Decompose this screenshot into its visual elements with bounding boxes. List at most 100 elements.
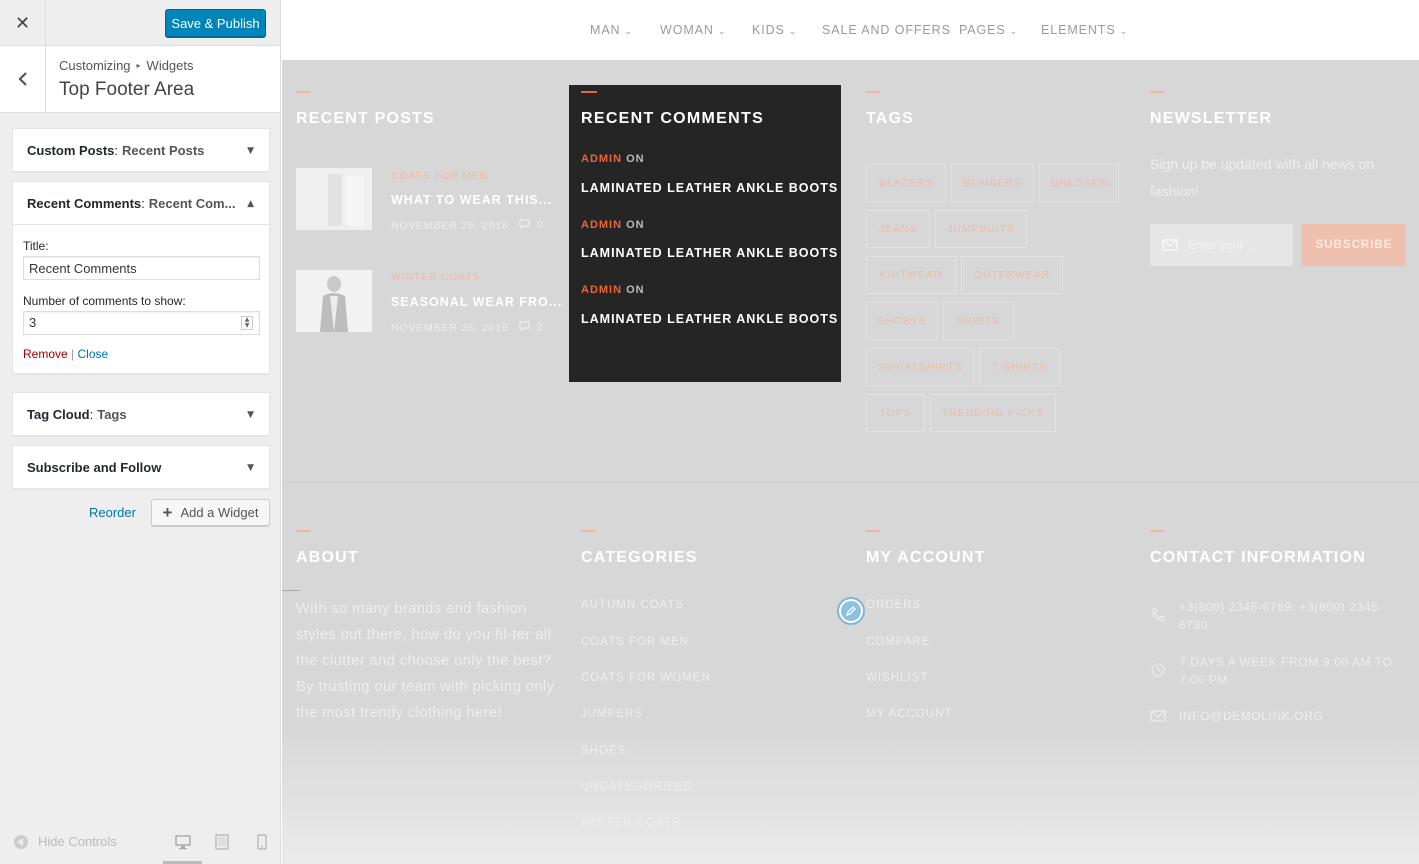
chevron-down-icon: ⌄ [717, 27, 727, 37]
category-link[interactable]: AUTUMN COATS [581, 599, 684, 611]
nav-item-kids[interactable]: KIDS ⌄ [752, 23, 797, 37]
remove-link[interactable]: Remove [23, 347, 68, 361]
collapse-arrow-icon[interactable]: ▲ [247, 199, 254, 209]
post-date: NOVEMBER 26, 2016 [391, 220, 509, 232]
post-thumbnail[interactable] [296, 168, 372, 230]
about-text: With so many brands and fashion styles o… [296, 601, 555, 721]
close-customizer-icon[interactable]: ✕ [0, 0, 46, 46]
customizer-sidebar: ✕ Save & Publish Customizing ▸ Widgets Top… [0, 0, 281, 864]
subscribe-button[interactable]: SUBSCRIBE [1302, 224, 1406, 266]
title-input[interactable] [23, 256, 260, 280]
tag-pill[interactable]: BOMBERS [951, 164, 1034, 202]
post-thumbnail[interactable] [296, 270, 372, 332]
comment-post-link[interactable]: LAMINATED LEATHER ANKLE BOOTS [581, 246, 838, 260]
category-link[interactable]: COATS FOR MEN [581, 636, 689, 648]
widget-header[interactable]: Custom Posts: Recent Posts ▼ [13, 129, 269, 171]
count-label: Number of comments to show: [23, 294, 186, 308]
back-chevron-icon[interactable] [0, 46, 46, 112]
chevron-down-icon: ⌄ [1119, 27, 1129, 37]
post-title[interactable]: WHAT TO WEAR THIS... [391, 193, 552, 207]
expand-arrow-icon[interactable]: ▼ [247, 146, 254, 156]
breadcrumb: Customizing ▸ Widgets [59, 58, 194, 73]
widget-subscribe-follow[interactable]: Subscribe and Follow ▼ [12, 445, 270, 489]
tag-pill[interactable]: SHORTS [866, 302, 938, 340]
add-widget-button[interactable]: + Add a Widget [151, 499, 270, 526]
nav-item-elements[interactable]: ELEMENTS ⌄ [1041, 23, 1128, 37]
category-link[interactable]: SHOES [581, 745, 626, 757]
widget-subtitle: Tags [97, 406, 127, 422]
comment-post-link[interactable]: LAMINATED LEATHER ANKLE BOOTS [581, 181, 838, 195]
post-title[interactable]: SEASONAL WEAR FRO... [391, 295, 562, 309]
tag-pill[interactable]: T-SHIRTS [979, 348, 1060, 386]
preview-fade-overlay [282, 724, 1419, 864]
title-label: Title: [23, 239, 49, 253]
widget-header[interactable]: Recent Comments: Recent Com... ▲ [13, 182, 269, 224]
widget-actions: Remove | Close [23, 347, 259, 361]
post-category[interactable]: COATS FOR MEN [391, 170, 488, 182]
action-separator: | [71, 347, 75, 361]
widget-custom-posts[interactable]: Custom Posts: Recent Posts ▼ [12, 128, 270, 172]
account-link[interactable]: MY ACCOUNT [866, 708, 952, 720]
plus-icon: + [162, 502, 173, 522]
tag-pill[interactable]: DRESSES [1039, 164, 1119, 202]
save-publish-button[interactable]: Save & Publish [165, 9, 266, 37]
phone-icon [1152, 608, 1165, 621]
widget-header[interactable]: Subscribe and Follow ▼ [13, 446, 269, 488]
tag-pill[interactable]: BLAZERS [866, 164, 946, 202]
tag-pill[interactable]: TOPS [866, 394, 925, 432]
comment-on: ON [626, 153, 645, 165]
nav-item-sale[interactable]: SALE AND OFFERS [822, 23, 951, 37]
account-link[interactable]: ORDERS [866, 599, 921, 611]
title-accent-dash [296, 91, 310, 93]
widget-tag-cloud[interactable]: Tag Cloud: Tags ▼ [12, 392, 270, 436]
newsletter-title: NEWSLETTER [1150, 110, 1273, 127]
categories-title: CATEGORIES [581, 549, 698, 566]
widget-header[interactable]: Tag Cloud: Tags ▼ [13, 393, 269, 435]
recent-comments-widget[interactable]: RECENT COMMENTS ADMIN ON LAMINATED LEATH… [569, 85, 841, 382]
category-link[interactable]: WINTER COATS [581, 817, 680, 829]
comment-meta: ADMIN ON [581, 284, 645, 296]
comment-author[interactable]: ADMIN [581, 219, 622, 231]
comment-meta: ADMIN ON [581, 153, 645, 165]
category-link[interactable]: UNCATEGORIZED [581, 781, 693, 793]
widget-title: Tag Cloud [27, 406, 90, 422]
nav-item-woman[interactable]: WOMAN ⌄ [660, 23, 726, 37]
desktop-preview-icon[interactable] [175, 834, 191, 850]
tag-pill[interactable]: SWEATSHIRTS [866, 348, 974, 386]
nav-item-man[interactable]: MAN ⌄ [590, 23, 633, 37]
tag-pill[interactable]: JUMPSUITS [935, 210, 1027, 248]
envelope-icon [1162, 239, 1178, 251]
nav-item-pages[interactable]: PAGES ⌄ [959, 23, 1018, 37]
hide-controls-label: Hide Controls [38, 834, 117, 849]
comment-author[interactable]: ADMIN [581, 153, 622, 165]
count-number-input[interactable]: 3 ▲ ▼ [23, 311, 260, 335]
tablet-preview-icon[interactable] [214, 834, 230, 850]
number-stepper-icon[interactable]: ▲ ▼ [241, 316, 253, 330]
comment-bubble-icon [519, 219, 530, 230]
tag-pill[interactable]: TRENDING PICKS [930, 394, 1056, 432]
account-link[interactable]: COMPARE [866, 636, 930, 648]
category-link[interactable]: COATS FOR WOMEN [581, 672, 711, 684]
tag-pill[interactable]: KNITWEAR [866, 256, 956, 294]
edit-shortcut-pencil-icon[interactable] [837, 597, 865, 625]
comment-author[interactable]: ADMIN [581, 284, 622, 296]
tag-pill[interactable]: SKIRTS [943, 302, 1014, 340]
contact-email[interactable]: INFO@DEMOLINK.ORG [1179, 707, 1323, 725]
site-preview: MAN ⌄ WOMAN ⌄ KIDS ⌄ SALE AND OFFERS PAGES ⌄… [282, 0, 1419, 864]
tag-pill[interactable]: OUTERWEAR [961, 256, 1063, 294]
reorder-link[interactable]: Reorder [89, 505, 136, 520]
hide-controls-button[interactable]: Hide Controls [14, 834, 117, 849]
widget-form: Title: Number of comments to show: 3 ▲▼ … [13, 224, 269, 373]
account-link[interactable]: WISHLIST [866, 672, 928, 684]
post-category[interactable]: WINTER COATS [391, 271, 480, 283]
expand-arrow-icon[interactable]: ▼ [247, 410, 254, 420]
newsletter-email-input[interactable]: Enter your ... [1150, 224, 1293, 266]
expand-arrow-icon[interactable]: ▼ [247, 463, 254, 473]
comment-post-link[interactable]: LAMINATED LEATHER ANKLE BOOTS [581, 312, 838, 326]
mobile-preview-icon[interactable] [254, 834, 270, 850]
category-link[interactable]: JUMPERS [581, 708, 643, 720]
widget-recent-comments[interactable]: Recent Comments:Recent Com... ▲ Title: N… [12, 181, 270, 374]
nav-label: SALE AND OFFERS [822, 23, 951, 37]
tag-pill[interactable]: JEANS [866, 210, 930, 248]
close-link[interactable]: Close [78, 347, 109, 361]
